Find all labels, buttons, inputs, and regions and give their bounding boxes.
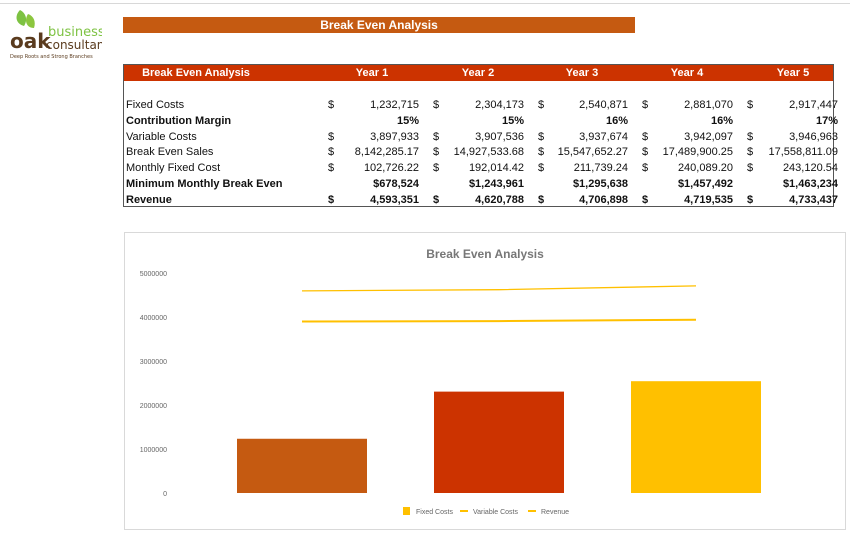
sheet-gridlines <box>0 0 850 4</box>
cell-value: 4,593,351 <box>370 193 419 206</box>
company-logo: oak business consultant Deep Roots and S… <box>10 8 109 60</box>
table-row: Contribution Margin 15% 15% 16% 16% 17% <box>124 113 838 129</box>
cell-value: $1,463,234 <box>782 178 838 190</box>
cell-value: 3,907,536 <box>475 130 524 143</box>
legend-swatch-line <box>528 510 536 512</box>
column-header-year-2: Year 2 <box>461 67 495 79</box>
row-label: Contribution Margin <box>126 114 232 127</box>
cell-value: $1,295,638 <box>572 178 628 190</box>
y-tick-label: 5000000 <box>140 271 167 278</box>
bar-fixed-costs-2 <box>434 391 564 493</box>
row-label: Monthly Fixed Cost <box>126 162 221 175</box>
line-variable-costs <box>301 318 697 323</box>
cell-value: 211,739.24 <box>573 162 628 175</box>
cell-value: 15,547,652.27 <box>557 146 628 159</box>
cell-value: 3,946,963 <box>789 130 838 143</box>
page-title-banner: Break Even Analysis <box>123 17 635 33</box>
cell-value: 102,726.22 <box>363 162 419 175</box>
cell-value: 14,927,533.68 <box>453 146 524 159</box>
cell-value: 2,540,871 <box>579 99 628 111</box>
table-row: Fixed Costs $1,232,715 $2,304,173 $2,540,87… <box>124 97 838 113</box>
legend-swatch-bar <box>403 507 410 515</box>
column-header-label: Break Even Analysis <box>142 67 250 79</box>
cell-value: 3,897,933 <box>370 130 419 143</box>
row-label: Minimum Monthly Break Even <box>126 178 283 190</box>
cell-value: 16% <box>710 114 733 127</box>
column-header-year-1: Year 1 <box>355 67 389 79</box>
svg-text:Deep Roots and Strong Branches: Deep Roots and Strong Branches <box>10 54 93 60</box>
cell-value: 17,489,900.25 <box>662 146 733 159</box>
cell-value: 8,142,285.17 <box>354 146 419 159</box>
cell-value: 15% <box>396 114 419 127</box>
cell-value: 4,706,898 <box>579 193 628 206</box>
cell-value: 4,733,437 <box>789 193 838 206</box>
row-label: Revenue <box>126 193 172 206</box>
cell-value: $1,457,492 <box>677 178 733 190</box>
legend-label: Fixed Costs <box>416 509 453 516</box>
cell-value: 3,937,674 <box>579 130 628 143</box>
table-row: Break Even Sales $8,142,285.17 $14,927,533… <box>124 144 838 160</box>
y-tick-label: 2000000 <box>140 403 167 410</box>
row-label: Variable Costs <box>126 130 197 143</box>
cell-value: $678,524 <box>373 178 419 190</box>
cell-value: 16% <box>605 114 628 127</box>
bar-fixed-costs-3 <box>631 381 761 493</box>
cell-value: 243,120.54 <box>782 162 838 175</box>
line-revenue <box>301 285 697 292</box>
table-row: Revenue $4,593,351 $4,620,788 $4,706,898 $4,… <box>124 192 838 208</box>
break-even-table: Break Even Analysis Year 1 Year 2 Year 3 Yea… <box>123 64 838 208</box>
chart-plot: 0 1000000 2000000 3000000 4000000 5000000 Fixe… <box>140 271 761 516</box>
y-tick-label: 4000000 <box>140 315 167 322</box>
cell-value: 192,014.42 <box>468 162 524 175</box>
cell-value: 2,917,447 <box>789 99 838 111</box>
table-row: Monthly Fixed Cost $102,726.22 $192,014.42… <box>124 160 838 176</box>
row-label: Break Even Sales <box>126 146 214 159</box>
y-tick-label: 1000000 <box>140 447 167 454</box>
cell-value: 17% <box>815 114 838 127</box>
y-tick-label: 3000000 <box>140 359 167 366</box>
cell-value: 4,719,535 <box>684 193 733 206</box>
bar-fixed-costs-1 <box>237 438 367 493</box>
table-header: Break Even Analysis Year 1 Year 2 Year 3 Yea… <box>124 65 833 81</box>
legend-label: Revenue <box>541 509 569 516</box>
cell-value: 2,304,173 <box>475 99 524 111</box>
column-header-year-3: Year 3 <box>565 67 599 79</box>
break-even-chart: Break Even Analysis 0 1000000 2000000 30000… <box>124 232 846 530</box>
y-tick-label: 0 <box>163 491 167 498</box>
table-row: Minimum Monthly Break Even $678,524 $1,243… <box>124 176 838 192</box>
cell-value: 17,558,811.09 <box>768 146 838 159</box>
cell-value: 1,232,715 <box>370 99 419 111</box>
cell-value: 2,881,070 <box>684 99 733 111</box>
cell-value: 3,942,097 <box>684 130 733 143</box>
column-header-year-4: Year 4 <box>670 67 704 79</box>
cell-value: 240,089.20 <box>677 162 733 175</box>
svg-text:consultant: consultant <box>46 38 102 52</box>
cell-value: $1,243,961 <box>468 178 524 190</box>
row-label: Fixed Costs <box>126 99 185 111</box>
column-header-year-5: Year 5 <box>776 67 810 79</box>
cell-value: 15% <box>501 114 524 127</box>
legend-swatch-line <box>460 510 468 512</box>
cell-value: 4,620,788 <box>475 193 524 206</box>
table-row: Variable Costs $3,897,933 $3,907,536 $3,937… <box>124 129 838 145</box>
legend-label: Variable Costs <box>473 509 519 516</box>
